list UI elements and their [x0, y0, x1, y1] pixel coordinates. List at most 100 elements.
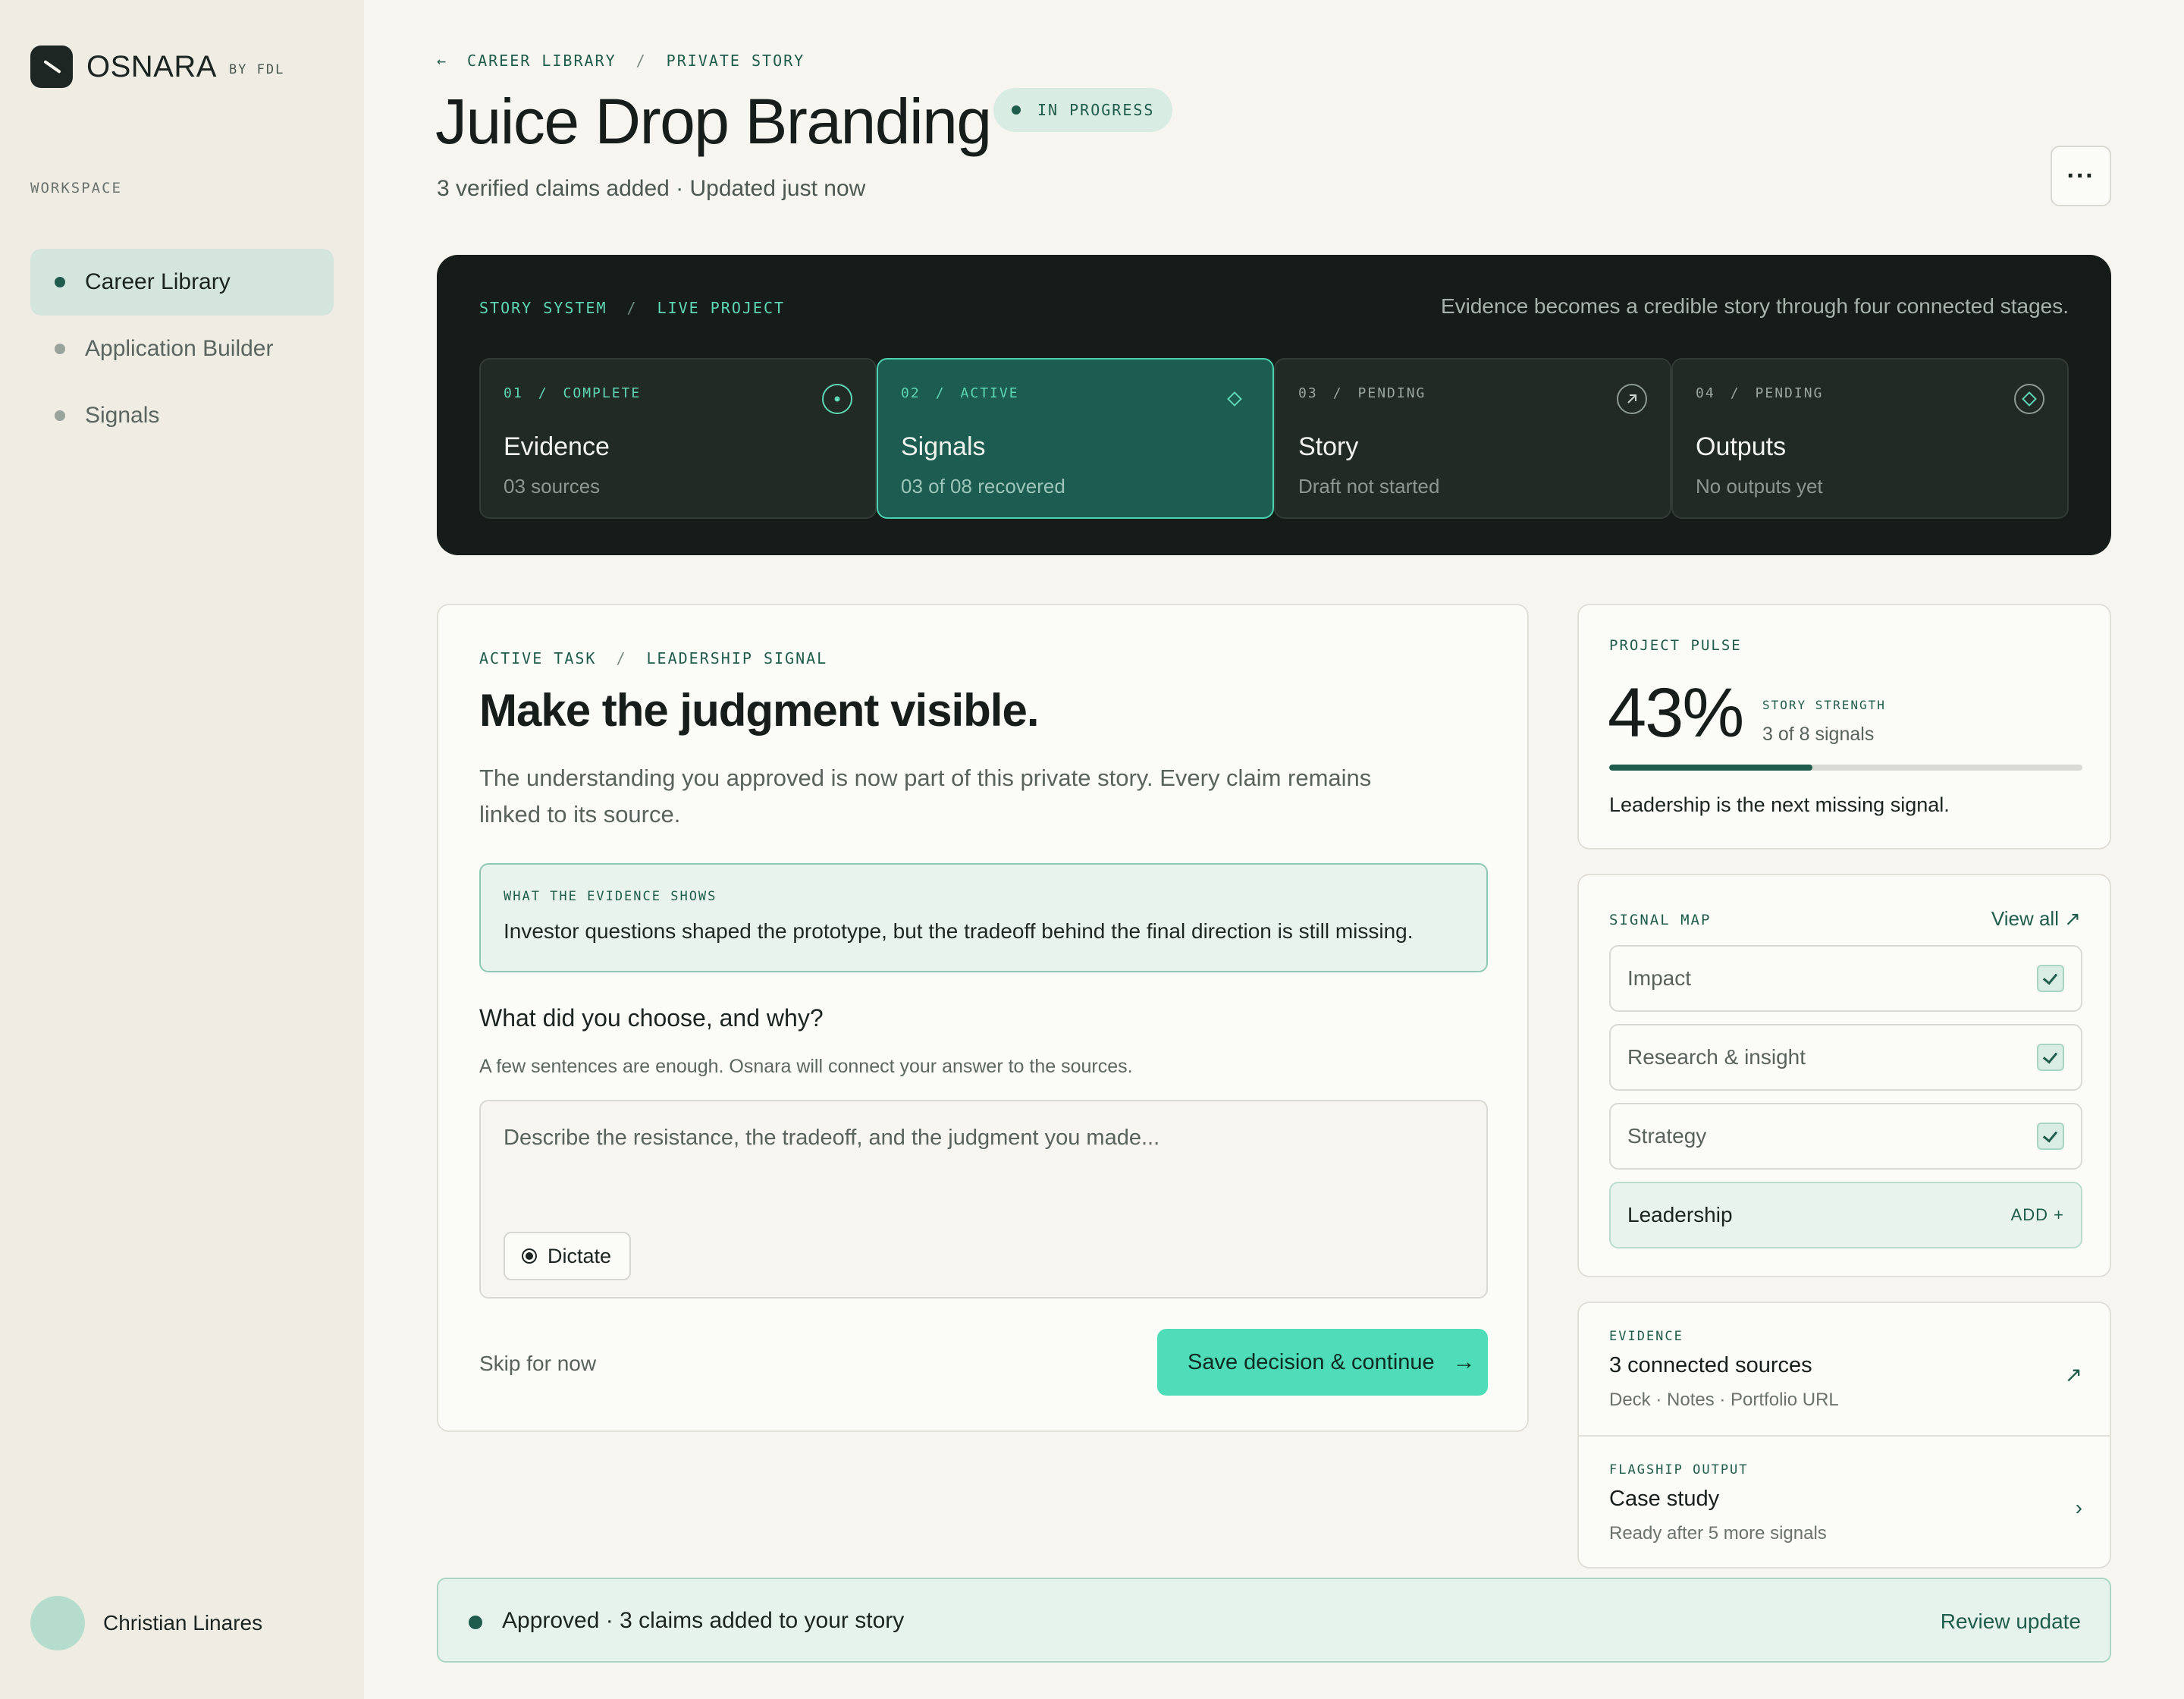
stage-number: 02 [901, 385, 921, 401]
sidebar-item-label: Career Library [85, 269, 231, 294]
task-label: ACTIVE TASK / LEADERSHIP SIGNAL [479, 649, 827, 667]
dot-icon [55, 344, 65, 354]
sidebar-item-signals[interactable]: Signals [30, 382, 334, 449]
add-signal-button[interactable]: ADD + [2011, 1205, 2064, 1225]
dictate-button[interactable]: Dictate [504, 1232, 632, 1280]
signal-item-research[interactable]: Research & insight [1609, 1024, 2082, 1091]
task-title: Make the judgment visible. [479, 685, 1040, 736]
pulse-percent: 43% [1608, 674, 1744, 752]
more-options-button[interactable]: ··· [2051, 146, 2111, 206]
stage-state: PENDING [1357, 385, 1426, 401]
active-task-card: ACTIVE TASK / LEADERSHIP SIGNAL Make the… [437, 604, 1529, 1432]
linked-items-card: EVIDENCE 3 connected sources Deck · Note… [1577, 1302, 2111, 1569]
review-update-link[interactable]: Review update [1941, 1609, 2081, 1634]
dot-icon [55, 410, 65, 421]
evidence-callout-label: WHAT THE EVIDENCE SHOWS [504, 889, 717, 904]
story-strength-value: 3 of 8 signals [1762, 724, 1875, 745]
stage-note: 03 sources [504, 475, 601, 498]
sidebar-nav: Career Library Application Builder Signa… [30, 249, 334, 449]
answer-textarea[interactable]: Describe the resistance, the tradeoff, a… [479, 1100, 1488, 1299]
stage-outputs[interactable]: 04 / PENDING Outputs No outputs yet [1671, 358, 2069, 519]
skip-button[interactable]: Skip for now [479, 1352, 596, 1376]
stage-meta: 02 / ACTIVE [901, 385, 1019, 401]
stage-story[interactable]: 03 / PENDING Story Draft not started [1274, 358, 1671, 519]
progress-bar [1609, 765, 2082, 771]
answer-placeholder: Describe the resistance, the tradeoff, a… [504, 1126, 1160, 1150]
output-sub: Ready after 5 more signals [1609, 1523, 1827, 1544]
separator: / [1730, 385, 1740, 401]
evidence-callout-text: Investor questions shaped the prototype,… [504, 919, 1414, 943]
external-link-icon: ↗ [2064, 1363, 2082, 1387]
breadcrumb-parent[interactable]: CAREER LIBRARY [467, 52, 617, 70]
signal-item-leadership[interactable]: Leadership ADD + [1609, 1182, 2082, 1248]
story-system-description: Evidence becomes a credible story throug… [1440, 294, 2069, 318]
signal-label: Research & insight [1627, 1045, 1806, 1069]
dictate-label: Dictate [548, 1244, 612, 1267]
checkbox-checked-icon[interactable] [2037, 1044, 2064, 1071]
stage-list: 01 / COMPLETE Evidence 03 sources 02 / A… [479, 358, 2069, 519]
status-badge: IN PROGRESS [993, 88, 1173, 132]
story-strength-label: STORY STRENGTH [1762, 698, 1886, 712]
breadcrumb: ← CAREER LIBRARY / PRIVATE STORY [437, 52, 805, 70]
record-icon [522, 1248, 537, 1264]
signal-label: Leadership [1627, 1203, 1733, 1226]
separator: / [538, 385, 548, 401]
checkbox-checked-icon[interactable] [2037, 965, 2064, 992]
separator: / [935, 385, 946, 401]
stage-name: Story [1298, 432, 1359, 461]
story-system-panel: STORY SYSTEM / LIVE PROJECT Evidence bec… [437, 255, 2111, 555]
stage-state: ACTIVE [960, 385, 1019, 401]
task-lead: The understanding you approved is now pa… [479, 765, 1372, 828]
page-title: Juice Drop Branding [435, 86, 992, 157]
separator: / [1332, 385, 1343, 401]
save-continue-button[interactable]: Save decision & continue → [1157, 1329, 1488, 1396]
signal-item-strategy[interactable]: Strategy [1609, 1103, 2082, 1170]
signal-item-impact[interactable]: Impact [1609, 945, 2082, 1012]
pulse-label: PROJECT PULSE [1609, 637, 1742, 654]
user-profile[interactable]: Christian Linares [30, 1596, 262, 1650]
breadcrumb-separator: / [635, 52, 647, 70]
sidebar-item-career-library[interactable]: Career Library [30, 249, 334, 316]
stage-signals[interactable]: 02 / ACTIVE Signals 03 of 08 recovered [877, 358, 1274, 519]
output-title: Case study [1609, 1487, 1720, 1511]
more-icon: ··· [2066, 161, 2095, 190]
view-all-link[interactable]: View all ↗ [1991, 907, 2081, 931]
stage-name: Signals [901, 432, 986, 461]
stage-note: No outputs yet [1696, 475, 1823, 498]
separator: / [626, 299, 638, 317]
task-label-b: LEADERSHIP SIGNAL [646, 649, 828, 667]
stage-state: COMPLETE [563, 385, 642, 401]
output-link-row[interactable]: FLAGSHIP OUTPUT Case study Ready after 5… [1579, 1435, 2110, 1567]
status-label: IN PROGRESS [1037, 101, 1155, 119]
stage-evidence[interactable]: 01 / COMPLETE Evidence 03 sources [479, 358, 877, 519]
story-system-label-b: LIVE PROJECT [657, 299, 786, 317]
stage-meta: 01 / COMPLETE [504, 385, 641, 401]
question-heading: What did you choose, and why? [479, 1004, 824, 1032]
stage-state: PENDING [1755, 385, 1824, 401]
stage-meta: 04 / PENDING [1696, 385, 1823, 401]
stage-name: Evidence [504, 432, 610, 461]
project-pulse-card: PROJECT PULSE 43% STORY STRENGTH 3 of 8 … [1577, 604, 2111, 850]
stage-meta: 03 / PENDING [1298, 385, 1426, 401]
sidebar: OSNARA BY FDL WORKSPACE Career Library A… [0, 0, 364, 1699]
stage-note: 03 of 08 recovered [901, 475, 1065, 498]
diamond-icon [1219, 384, 1250, 414]
sidebar-item-application-builder[interactable]: Application Builder [30, 316, 334, 382]
chevron-right-icon: › [2075, 1496, 2082, 1519]
sidebar-item-label: Signals [85, 403, 160, 428]
arrow-right-icon: → [1452, 1349, 1476, 1374]
stage-number: 01 [504, 385, 523, 401]
signal-list: Impact Research & insight Strategy Leade… [1609, 945, 2082, 1261]
evidence-callout: WHAT THE EVIDENCE SHOWS Investor questio… [479, 863, 1488, 972]
arrow-up-right-icon [1617, 384, 1647, 414]
brand[interactable]: OSNARA BY FDL [30, 46, 284, 88]
back-arrow-icon[interactable]: ← [437, 52, 447, 70]
checkbox-checked-icon[interactable] [2037, 1123, 2064, 1150]
stage-number: 04 [1696, 385, 1715, 401]
target-icon [822, 384, 852, 414]
signal-map-label: SIGNAL MAP [1609, 912, 1712, 928]
avatar [30, 1596, 85, 1650]
question-hint: A few sentences are enough. Osnara will … [479, 1056, 1133, 1077]
progress-bar-fill [1609, 765, 1813, 771]
evidence-link-row[interactable]: EVIDENCE 3 connected sources Deck · Note… [1579, 1303, 2110, 1435]
